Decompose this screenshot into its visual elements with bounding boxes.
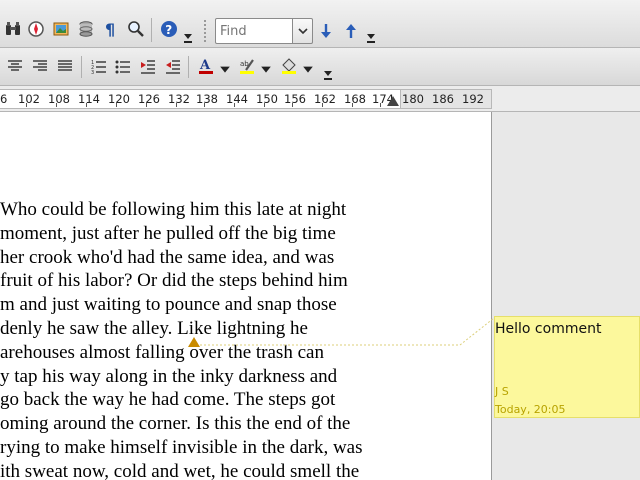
toolbar-separator: [151, 18, 152, 42]
ruler-tick-label: 102: [18, 92, 40, 106]
ruler-tick-label: 168: [344, 92, 366, 106]
standard-toolbar: ¶ ?: [0, 0, 640, 48]
document-text-line[interactable]: Who could be following him this late at …: [0, 199, 346, 221]
ruler-tick-mark: [352, 103, 353, 107]
comment-author: J S: [495, 385, 509, 398]
comment-anchor-marker[interactable]: [188, 337, 200, 347]
right-indent-marker[interactable]: [387, 96, 399, 106]
highlighting-icon[interactable]: ab: [236, 55, 258, 77]
decrease-indent-icon[interactable]: [137, 55, 159, 77]
ruler-tick-mark: [116, 103, 117, 107]
document-text-line[interactable]: moment, just after he pulled off the big…: [0, 223, 336, 245]
document-text-line[interactable]: rying to make himself invisible in the d…: [0, 437, 363, 459]
binoculars-icon[interactable]: [2, 18, 24, 40]
svg-text:3: 3: [91, 70, 94, 75]
svg-text:A: A: [199, 58, 211, 73]
ruler-tick-label: 126: [138, 92, 160, 106]
gallery-icon[interactable]: [50, 18, 72, 40]
ruler-tick-mark: [176, 103, 177, 107]
navigator-icon[interactable]: [25, 18, 47, 40]
ruler-tick-mark: [86, 103, 87, 107]
chevron-down-icon: [297, 28, 308, 35]
document-text-line[interactable]: arehouses almost falling over the trash …: [0, 342, 324, 364]
ruler-tick-label: 192: [462, 92, 484, 106]
align-center-icon[interactable]: [4, 55, 26, 77]
ruler-tick-mark: [56, 103, 57, 107]
document-page[interactable]: Who could be following him this late at …: [0, 112, 492, 480]
ruler-tick-label: 108: [48, 92, 70, 106]
formatting-toolbar-overflow-chevron-icon[interactable]: [322, 61, 334, 83]
find-dropdown-button[interactable]: [292, 18, 313, 44]
ruler-tick-mark: [380, 103, 381, 107]
toolbar-grip[interactable]: [204, 18, 210, 44]
document-text-line[interactable]: m and just waiting to pounce and snap th…: [0, 294, 337, 316]
ruler-tick-label: 186: [432, 92, 454, 106]
ruler-tick-mark: [322, 103, 323, 107]
toolbar-overflow-chevron-icon[interactable]: [182, 24, 194, 46]
ruler-tick-label: 132: [168, 92, 190, 106]
ruler-tick-mark: [146, 103, 147, 107]
document-text-line[interactable]: oming around the corner. Is this the end…: [0, 413, 350, 435]
comment-note[interactable]: Hello comment J S Today, 20:05: [494, 316, 640, 418]
ruler-tick-label: 180: [402, 92, 424, 106]
toolbar-separator: [188, 56, 189, 78]
bullets-icon[interactable]: [112, 55, 134, 77]
comment-text[interactable]: Hello comment: [495, 321, 601, 337]
background-color-icon[interactable]: [278, 55, 300, 77]
ruler-tick-label: 6: [0, 92, 8, 106]
help-icon[interactable]: ?: [158, 18, 180, 40]
font-color-icon[interactable]: A: [195, 55, 217, 77]
document-text-line[interactable]: y tap his way along in the inky darkness…: [0, 366, 337, 388]
formatting-toolbar: 123 A ab: [0, 48, 640, 86]
comment-date: Today, 20:05: [495, 403, 566, 416]
highlighting-dropdown-arrow-icon[interactable]: [260, 58, 272, 80]
ruler-tick-label: 138: [196, 92, 218, 106]
ruler-tick-label: 114: [78, 92, 100, 106]
find-toolbar-overflow-chevron-icon[interactable]: [365, 24, 377, 46]
justify-icon[interactable]: [54, 55, 76, 77]
background-color-dropdown-arrow-icon[interactable]: [302, 58, 314, 80]
ruler-tick-label: 144: [226, 92, 248, 106]
ruler-tick-mark: [234, 103, 235, 107]
document-text-line[interactable]: go back the way he had come. The steps g…: [0, 389, 335, 411]
svg-text:¶: ¶: [105, 20, 115, 38]
document-text-line[interactable]: ith sweat now, cold and wet, he could sm…: [0, 461, 359, 480]
document-text-line[interactable]: her crook who'd had the same idea, and w…: [0, 247, 334, 269]
find-input[interactable]: [215, 18, 293, 44]
svg-text:?: ?: [165, 23, 172, 37]
increase-indent-icon[interactable]: [162, 55, 184, 77]
ruler-tick-mark: [264, 103, 265, 107]
comment-margin: [492, 112, 640, 480]
document-area: Who could be following him this late at …: [0, 112, 640, 480]
ruler-tick-label: 162: [314, 92, 336, 106]
align-right-icon[interactable]: [29, 55, 51, 77]
ruler-tick-label: 150: [256, 92, 278, 106]
find-previous-arrow-up-icon[interactable]: [340, 20, 362, 42]
find-next-arrow-down-icon[interactable]: [315, 20, 337, 42]
ruler-tick-mark: [292, 103, 293, 107]
data-sources-icon[interactable]: [75, 18, 97, 40]
ruler-tick-mark: [204, 103, 205, 107]
ruler-tick-mark: [26, 103, 27, 107]
ruler-tick-label: 120: [108, 92, 130, 106]
ruler-tick-label: 156: [284, 92, 306, 106]
numbering-icon[interactable]: 123: [88, 55, 110, 77]
toolbar-separator: [81, 56, 82, 78]
horizontal-ruler[interactable]: 6 102 108 114 120 126 132 138 144 150 156 162 168 174…: [0, 86, 640, 112]
font-color-dropdown-arrow-icon[interactable]: [219, 58, 231, 80]
formatting-marks-icon[interactable]: ¶: [100, 18, 122, 40]
zoom-icon[interactable]: [125, 18, 147, 40]
document-text-line[interactable]: fruit of his labor? Or did the steps beh…: [0, 270, 348, 292]
document-text-line[interactable]: denly he saw the alley. Like lightning h…: [0, 318, 308, 340]
